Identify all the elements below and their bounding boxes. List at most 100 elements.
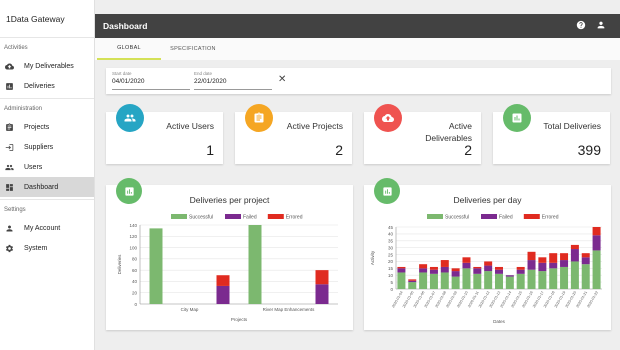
help-icon[interactable] (576, 20, 586, 32)
bar-segment[interactable] (440, 272, 449, 289)
bar-segment[interactable] (484, 265, 493, 272)
bar-segment[interactable] (527, 251, 536, 261)
tab-global[interactable]: GLOBAL (97, 38, 161, 60)
bar-segment[interactable] (451, 268, 460, 272)
bar-segment[interactable] (315, 270, 329, 285)
bar-segment[interactable] (592, 235, 601, 251)
bar-segment[interactable] (581, 264, 590, 289)
bar-segment[interactable] (505, 275, 514, 277)
legend-swatch[interactable] (171, 214, 187, 219)
bar-segment[interactable] (527, 269, 536, 289)
bar-segment[interactable] (581, 253, 590, 258)
legend-label: Errored (542, 215, 559, 221)
sidebar-item-system[interactable]: System (0, 238, 94, 258)
sidebar-item-suppliers[interactable]: Suppliers (0, 137, 94, 157)
bar-segment[interactable] (473, 268, 482, 274)
bar-segment[interactable] (592, 250, 601, 289)
bar-segment[interactable] (419, 264, 428, 269)
bar-segment[interactable] (560, 260, 569, 267)
bar-segment[interactable] (538, 257, 547, 263)
bar-segment[interactable] (440, 266, 449, 273)
bar-segment[interactable] (516, 273, 525, 289)
stat-title: Active Users (166, 121, 214, 131)
bar-segment[interactable] (516, 269, 525, 274)
bar-segment[interactable] (570, 261, 579, 289)
sidebar-item-label: Deliveries (24, 82, 55, 90)
bar-segment[interactable] (216, 275, 230, 286)
sidebar-item-my-deliverables[interactable]: My Deliverables (0, 56, 94, 76)
start-date-value: 04/01/2020 (112, 78, 145, 85)
bar-segment[interactable] (495, 273, 503, 289)
start-date-field[interactable]: Start date 04/01/2020 (112, 71, 190, 90)
bar-segment[interactable] (473, 273, 482, 289)
bar-segment[interactable] (408, 279, 417, 281)
bar-segment[interactable] (592, 227, 601, 236)
legend-swatch[interactable] (427, 214, 443, 219)
bar-segment[interactable] (397, 268, 406, 273)
sidebar-item-deliveries[interactable]: Deliveries (0, 76, 94, 96)
bar-segment[interactable] (397, 266, 406, 269)
legend-swatch[interactable] (523, 214, 540, 219)
bar-segment[interactable] (538, 271, 547, 289)
bar-segment[interactable] (451, 276, 460, 289)
y-tick-label: 30 (388, 245, 394, 250)
bar-segment[interactable] (408, 280, 417, 283)
bar-segment[interactable] (484, 261, 493, 266)
sidebar-item-projects[interactable]: Projects (0, 117, 94, 137)
bar-segment[interactable] (570, 244, 579, 250)
bar-segment[interactable] (429, 266, 438, 270)
bar-segment[interactable] (419, 268, 428, 273)
bar-segment[interactable] (462, 268, 471, 289)
legend-swatch[interactable] (481, 214, 497, 219)
stat-value: 2 (464, 142, 472, 158)
bar-segment[interactable] (315, 284, 329, 304)
bar-segment[interactable] (429, 269, 438, 274)
bar-segment[interactable] (451, 271, 460, 277)
bar-segment[interactable] (560, 266, 569, 289)
sidebar-item-my-account[interactable]: My Account (0, 218, 94, 238)
account-icon[interactable] (596, 20, 606, 32)
bar-segment[interactable] (248, 225, 262, 304)
bar-segment[interactable] (419, 272, 428, 289)
clear-dates-icon[interactable]: ✕ (278, 75, 286, 85)
top-app-bar: Dashboard (95, 14, 620, 38)
bar-segment[interactable] (462, 262, 471, 269)
y-tick-label: 15 (388, 266, 394, 271)
sidebar-item-users[interactable]: Users (0, 157, 94, 177)
bar-segment[interactable] (505, 276, 514, 289)
sidebar-item-dashboard[interactable]: Dashboard (0, 177, 94, 197)
bar-segment[interactable] (216, 285, 230, 304)
bar-segment[interactable] (440, 260, 449, 267)
tab-specification[interactable]: SPECIFICATION (161, 38, 225, 60)
legend-swatch[interactable] (267, 214, 284, 219)
bar-segment[interactable] (149, 228, 163, 304)
bar-segment[interactable] (549, 268, 558, 289)
bar-segment[interactable] (560, 253, 569, 261)
legend-swatch[interactable] (225, 214, 241, 219)
bar-segment[interactable] (549, 262, 558, 269)
bar-segment[interactable] (538, 262, 547, 272)
stat-card-active-deliverables: Active Deliverables 2 (364, 104, 481, 164)
bar-segment[interactable] (397, 272, 406, 289)
bar-segment[interactable] (527, 260, 536, 270)
bar-segment[interactable] (516, 266, 525, 270)
sidebar-item-label: System (24, 244, 48, 252)
bar-segment[interactable] (408, 282, 417, 289)
chart-card-deliveries-per-day: Successful Failed Errored 0 5 10 15 20 25 30 35 40 4… (364, 178, 611, 330)
sidebar-item-label: My Account (24, 224, 61, 232)
bar-segment[interactable] (473, 266, 482, 269)
bar-segment[interactable] (581, 257, 590, 265)
bar-segment[interactable] (570, 249, 579, 262)
bar-segment[interactable] (484, 271, 493, 289)
bar-segment[interactable] (495, 266, 503, 270)
bar-segment[interactable] (549, 253, 558, 263)
sidebar-item-label: My Deliverables (24, 62, 74, 70)
stat-title: Total Deliveries (543, 121, 601, 131)
bar-segment[interactable] (495, 269, 503, 274)
end-date-field[interactable]: End date 22/01/2020 (194, 71, 272, 90)
y-tick-label: 20 (388, 259, 394, 264)
y-tick-label: 40 (388, 232, 394, 237)
bar-segment[interactable] (462, 257, 471, 263)
person-icon (4, 223, 14, 233)
bar-segment[interactable] (429, 273, 438, 289)
